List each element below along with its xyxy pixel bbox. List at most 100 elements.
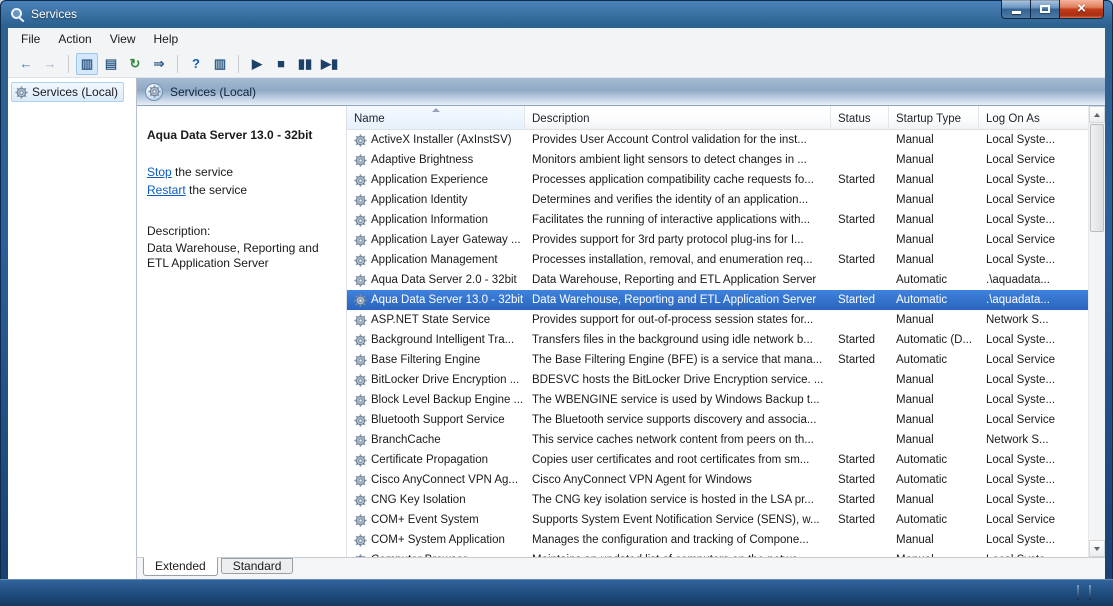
stop-service-link[interactable]: Stop [147, 165, 172, 179]
forward-icon[interactable]: → [39, 53, 61, 75]
column-header-name[interactable]: Name [347, 106, 525, 129]
help-icon[interactable]: ? [185, 53, 207, 75]
titlebar[interactable]: Services × [0, 0, 1113, 28]
table-row[interactable]: Application Identity Determines and verif… [347, 190, 1088, 210]
scrollbar-thumb[interactable] [1090, 124, 1104, 232]
table-row[interactable]: Adaptive Brightness Monitors ambient ligh… [347, 150, 1088, 170]
start-service-icon[interactable]: ▶ [246, 53, 268, 75]
menu-view[interactable]: View [101, 29, 145, 49]
window-bottom-frame [0, 579, 1113, 606]
table-cell [831, 310, 889, 330]
menu-action[interactable]: Action [49, 29, 100, 49]
gear-icon [354, 294, 367, 307]
tab-extended[interactable]: Extended [143, 557, 218, 576]
table-row[interactable]: Cisco AnyConnect VPN Ag... Cisco AnyConne… [347, 470, 1088, 490]
column-header-description[interactable]: Description [525, 106, 831, 129]
table-row[interactable]: Block Level Backup Engine ... The WBENGIN… [347, 390, 1088, 410]
table-row[interactable]: BitLocker Drive Encryption ... BDESVC hos… [347, 370, 1088, 390]
table-cell: Local Syste... [986, 394, 1056, 406]
table-row[interactable]: Computer BrowserMaintains an updated lis… [347, 550, 1088, 557]
table-cell: Determines and verifies the identity of … [532, 194, 809, 206]
resize-grip[interactable] [1077, 585, 1079, 600]
table-row[interactable]: Application Management Processes installa… [347, 250, 1088, 270]
table-cell: Started [838, 474, 876, 486]
table-cell: Local Service [986, 414, 1056, 426]
table-cell: Manual [896, 254, 934, 266]
minimize-button[interactable] [1001, 0, 1030, 19]
scrollbar-up-button[interactable] [1089, 106, 1105, 123]
refresh-icon[interactable]: ↻ [124, 53, 146, 75]
table-cell: Supports System Event Notification Servi… [532, 514, 820, 526]
close-button[interactable]: × [1059, 0, 1104, 19]
table-row[interactable]: Application Experience Processes applicat… [347, 170, 1088, 190]
table-row[interactable]: CNG Key Isolation The CNG key isolation s… [347, 490, 1088, 510]
table-row[interactable]: Base Filtering Engine The Base Filtering … [347, 350, 1088, 370]
table-row[interactable]: Application Information Facilitates the r… [347, 210, 1088, 230]
menu-file[interactable]: File [12, 29, 49, 49]
service-name: Application Layer Gateway ... [371, 234, 521, 246]
column-header-status[interactable]: Status [831, 106, 889, 129]
maximize-icon [1040, 5, 1050, 13]
table-cell: Data Warehouse, Reporting and ETL Applic… [532, 274, 817, 286]
back-icon[interactable]: ← [15, 53, 37, 75]
table-row[interactable]: ASP.NET State Service Provides support fo… [347, 310, 1088, 330]
table-row[interactable]: Certificate Propagation Copies user certi… [347, 450, 1088, 470]
table-row[interactable]: BranchCache This service caches network c… [347, 430, 1088, 450]
tree-item-services-local[interactable]: Services (Local) [11, 82, 125, 102]
maximize-button[interactable] [1030, 0, 1059, 19]
service-name: COM+ System Application [371, 534, 505, 546]
export-list-icon[interactable]: ⇒ [148, 53, 170, 75]
table-cell: Provides support for 3rd party protocol … [532, 234, 804, 246]
toolbar-separator [68, 54, 69, 73]
service-name: ASP.NET State Service [371, 314, 491, 326]
table-cell: The WBENGINE service is used by Windows … [532, 394, 820, 406]
column-header-startup-type[interactable]: Startup Type [889, 106, 979, 129]
restart-service-suffix: the service [185, 183, 248, 197]
table-cell: Manual [896, 494, 934, 506]
show-console-tree-icon[interactable]: ▥ [76, 52, 98, 75]
service-name: BitLocker Drive Encryption ... [371, 374, 520, 386]
service-name: Application Management [371, 254, 498, 266]
table-row[interactable]: Aqua Data Server 13.0 - 32bit Data Wareho… [347, 290, 1088, 310]
vertical-scrollbar[interactable] [1088, 106, 1105, 557]
table-cell: Local Service [986, 194, 1056, 206]
service-name: Block Level Backup Engine ... [371, 394, 524, 406]
table-cell: The Base Filtering Engine (BFE) is a ser… [532, 354, 823, 366]
service-name-cell: Background Intelligent Tra... [347, 330, 525, 350]
window-title: Services [31, 7, 78, 21]
table-row[interactable]: Bluetooth Support Service The Bluetooth s… [347, 410, 1088, 430]
table-cell: Local Service [986, 234, 1056, 246]
gear-icon [354, 454, 367, 467]
restart-service-link[interactable]: Restart [147, 183, 186, 197]
table-cell: Local Service [986, 514, 1056, 526]
resize-grip[interactable] [1089, 585, 1091, 600]
gear-icon [354, 374, 367, 387]
table-row[interactable]: COM+ System Application Manages the confi… [347, 530, 1088, 550]
minimize-icon [1011, 11, 1021, 14]
table-row[interactable]: COM+ Event System Supports System Event N… [347, 510, 1088, 530]
menu-help[interactable]: Help [145, 29, 188, 49]
view-tabbar: Extended Standard [137, 557, 1105, 579]
scrollbar-down-button[interactable] [1089, 540, 1105, 557]
table-cell: Started [838, 294, 876, 306]
service-name-cell: Application Experience [347, 170, 525, 190]
table-cell: Local Syste... [986, 254, 1056, 266]
table-row[interactable]: ActiveX Installer (AxInstSV) Provides Use… [347, 130, 1088, 150]
table-row[interactable]: Application Layer Gateway ... Provides su… [347, 230, 1088, 250]
restart-service-icon[interactable]: ▶▮ [318, 53, 341, 75]
service-name: Certificate Propagation [371, 454, 488, 466]
table-cell: Provides User Account Control validation… [532, 134, 807, 146]
table-cell: Provides support for out-of-process sess… [532, 314, 814, 326]
table-row[interactable]: Aqua Data Server 2.0 - 32bit Data Warehou… [347, 270, 1088, 290]
service-name: Base Filtering Engine [371, 354, 481, 366]
main-pane: Services (Local) Aqua Data Server 13.0 -… [137, 78, 1105, 579]
table-row[interactable]: Background Intelligent Tra... Transfers f… [347, 330, 1088, 350]
column-header-log-on-as[interactable]: Log On As [979, 106, 1088, 129]
pause-service-icon[interactable]: ▮▮ [294, 53, 316, 75]
tab-standard[interactable]: Standard [220, 558, 294, 574]
table-cell [831, 270, 889, 290]
show-action-pane-icon[interactable]: ▥ [209, 53, 231, 75]
properties-icon[interactable]: ▤ [100, 53, 122, 75]
table-cell: The Bluetooth service supports discovery… [532, 414, 817, 426]
stop-service-icon[interactable]: ■ [270, 53, 292, 75]
